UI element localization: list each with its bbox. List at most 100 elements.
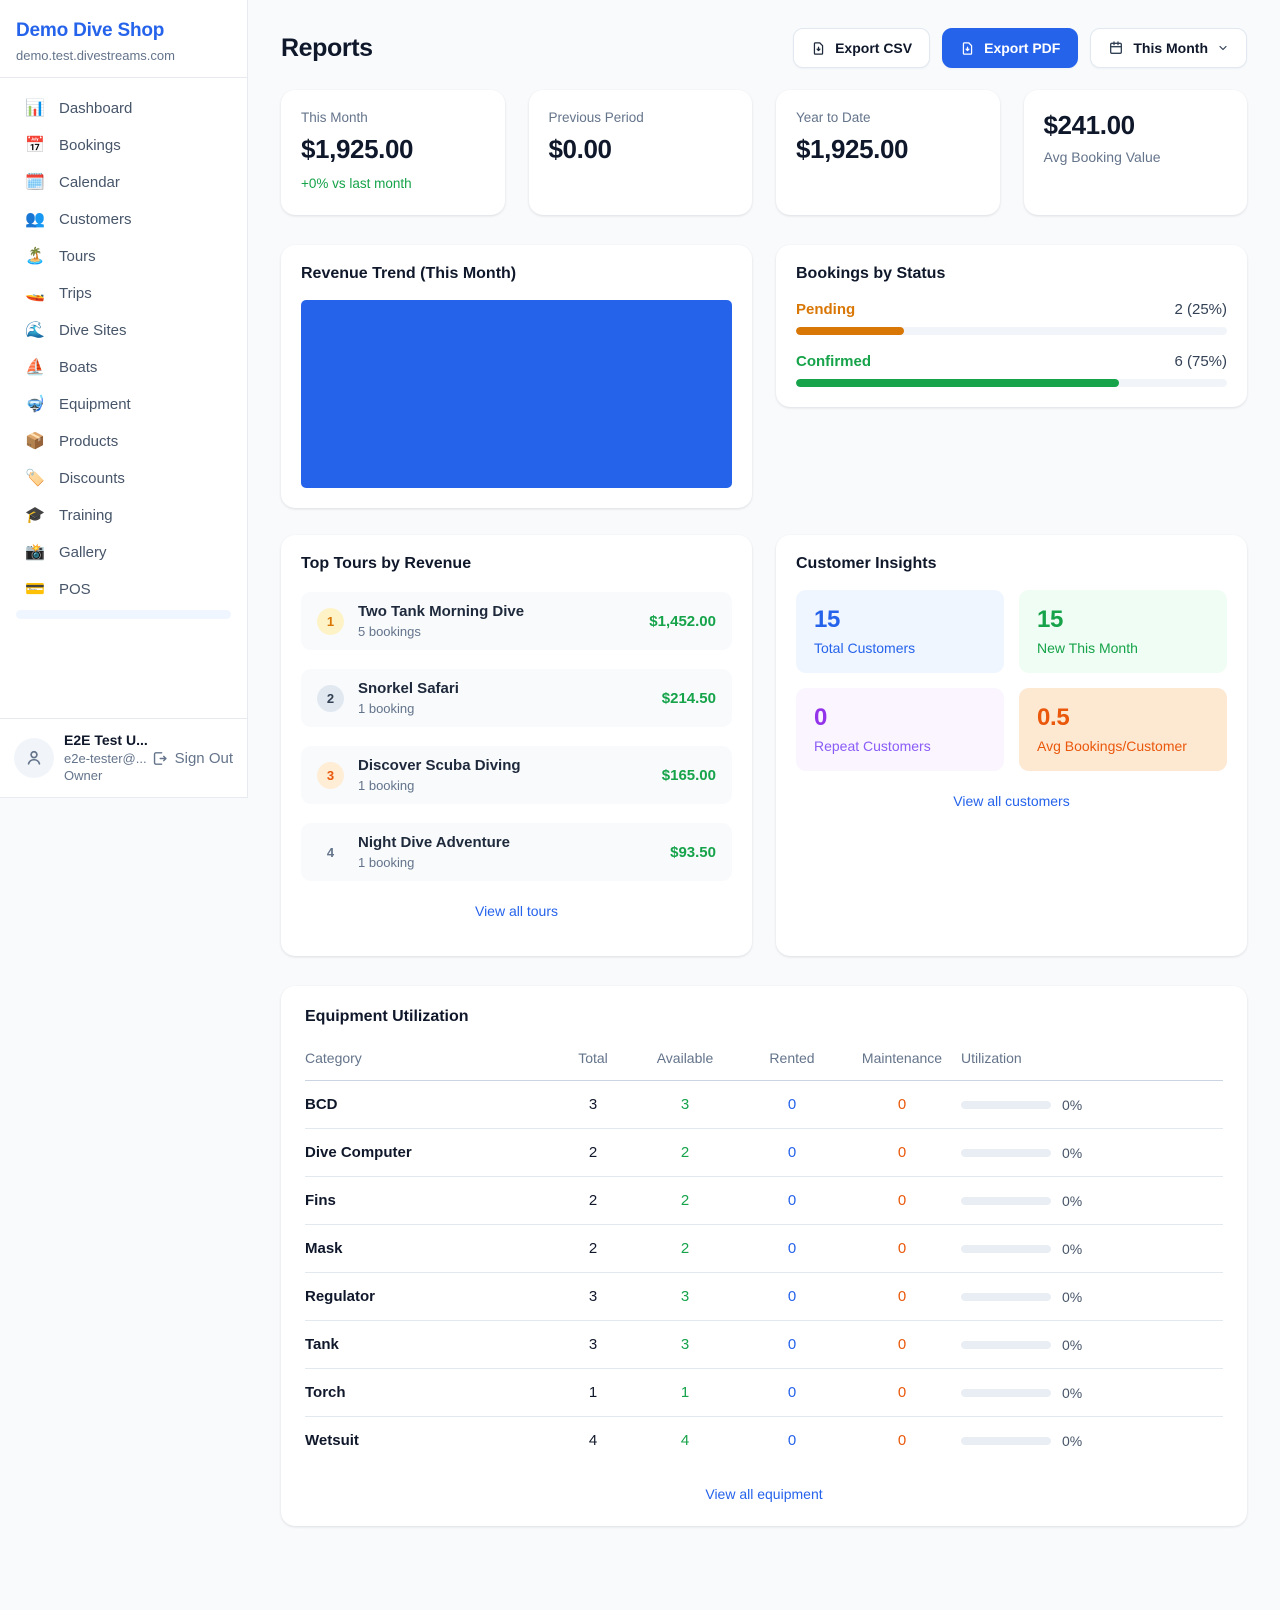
period-select[interactable]: This Month — [1090, 28, 1247, 68]
credit-card-icon: 💳 — [24, 582, 46, 598]
stat-value: $1,925.00 — [301, 134, 485, 165]
tour-list-item: 2 Snorkel Safari 1 booking $214.50 — [301, 669, 732, 727]
export-csv-button[interactable]: Export CSV — [793, 28, 930, 68]
sidebar-item-label: Calendar — [59, 174, 120, 191]
status-label: Confirmed — [796, 353, 871, 370]
sidebar-item-boats[interactable]: ⛵ Boats — [8, 349, 239, 386]
person-icon — [24, 748, 44, 768]
cell-total: 2 — [557, 1177, 629, 1225]
sidebar-item-label: Customers — [59, 211, 132, 228]
cell-maintenance: 0 — [843, 1081, 961, 1129]
col-total: Total — [557, 1040, 629, 1081]
stat-value: $241.00 — [1044, 110, 1228, 141]
cell-available: 2 — [629, 1177, 741, 1225]
cell-total: 2 — [557, 1129, 629, 1177]
utilization-cell: 0% — [961, 1289, 1223, 1305]
sidebar-item-bookings[interactable]: 📅 Bookings — [8, 127, 239, 164]
sidebar-item-discounts[interactable]: 🏷️ Discounts — [8, 460, 239, 497]
calendar-icon — [1108, 40, 1124, 56]
utilization-cell: 0% — [961, 1433, 1223, 1449]
file-download-icon — [960, 41, 975, 56]
view-all-tours-link[interactable]: View all tours — [301, 903, 732, 919]
insight-tile-new-this-month: 15 New This Month — [1019, 590, 1227, 673]
utilization-bar — [961, 1437, 1051, 1445]
sidebar-item-dive-sites[interactable]: 🌊 Dive Sites — [8, 312, 239, 349]
chevron-down-icon — [1217, 42, 1229, 54]
utilization-percent: 0% — [1062, 1241, 1082, 1257]
sidebar-item-customers[interactable]: 👥 Customers — [8, 201, 239, 238]
page-header: Reports Export CSV Export PDF This Month — [281, 28, 1247, 68]
utilization-cell: 0% — [961, 1193, 1223, 1209]
export-pdf-label: Export PDF — [984, 40, 1060, 56]
sidebar-item-reports-partial[interactable] — [16, 610, 231, 619]
sign-out-label: Sign Out — [175, 750, 233, 767]
view-all-customers-link[interactable]: View all customers — [796, 793, 1227, 809]
utilization-cell: 0% — [961, 1241, 1223, 1257]
sign-out-button[interactable]: Sign Out — [151, 750, 233, 767]
top-tours-title: Top Tours by Revenue — [301, 555, 732, 573]
cell-category: Regulator — [305, 1273, 557, 1321]
sidebar-item-training[interactable]: 🎓 Training — [8, 497, 239, 534]
progress-fill — [796, 327, 904, 335]
export-pdf-button[interactable]: Export PDF — [942, 28, 1078, 68]
sidebar-item-calendar[interactable]: 🗓️ Calendar — [8, 164, 239, 201]
table-row: Tank 3 3 0 0 0% — [305, 1321, 1223, 1369]
cell-available: 3 — [629, 1273, 741, 1321]
sidebar-item-pos[interactable]: 💳 POS — [8, 571, 239, 608]
sidebar-item-trips[interactable]: 🚤 Trips — [8, 275, 239, 312]
table-header-row: Category Total Available Rented Maintena… — [305, 1040, 1223, 1081]
cell-total: 3 — [557, 1081, 629, 1129]
page-title: Reports — [281, 34, 373, 63]
revenue-trend-bar-chart — [301, 300, 732, 488]
cell-maintenance: 0 — [843, 1177, 961, 1225]
cell-rented: 0 — [741, 1129, 843, 1177]
utilization-bar — [961, 1341, 1051, 1349]
period-label: This Month — [1133, 40, 1208, 56]
sidebar-item-equipment[interactable]: 🤿 Equipment — [8, 386, 239, 423]
cell-available: 4 — [629, 1417, 741, 1465]
package-icon: 📦 — [24, 434, 46, 450]
cell-rented: 0 — [741, 1273, 843, 1321]
cell-available: 1 — [629, 1369, 741, 1417]
cell-rented: 0 — [741, 1177, 843, 1225]
progress-track — [796, 379, 1227, 387]
sidebar-item-products[interactable]: 📦 Products — [8, 423, 239, 460]
revenue-trend-card: Revenue Trend (This Month) — [281, 245, 752, 508]
user-info: E2E Test U... e2e-tester@... Owner — [64, 731, 141, 785]
sidebar-item-label: Dive Sites — [59, 322, 127, 339]
stat-label: Year to Date — [796, 110, 980, 125]
view-all-equipment-link[interactable]: View all equipment — [305, 1486, 1223, 1502]
cell-category: BCD — [305, 1081, 557, 1129]
utilization-bar — [961, 1197, 1051, 1205]
graduation-cap-icon: 🎓 — [24, 508, 46, 524]
tour-text: Two Tank Morning Dive 5 bookings — [358, 603, 524, 639]
sidebar-item-label: Training — [59, 507, 113, 524]
tile-value: 15 — [1037, 606, 1209, 634]
sidebar-item-tours[interactable]: 🏝️ Tours — [8, 238, 239, 275]
export-csv-label: Export CSV — [835, 40, 912, 56]
logout-icon — [151, 750, 168, 767]
table-row: Wetsuit 4 4 0 0 0% — [305, 1417, 1223, 1465]
tour-amount: $1,452.00 — [649, 613, 716, 630]
sidebar-item-gallery[interactable]: 📸 Gallery — [8, 534, 239, 571]
status-head: Pending 2 (25%) — [796, 301, 1227, 318]
tour-list-item: 1 Two Tank Morning Dive 5 bookings $1,45… — [301, 592, 732, 650]
speedboat-icon: 🚤 — [24, 286, 46, 302]
bookings-status-title: Bookings by Status — [796, 265, 1227, 283]
cell-category: Mask — [305, 1225, 557, 1273]
tour-name: Night Dive Adventure — [358, 834, 510, 851]
sidebar-item-dashboard[interactable]: 📊 Dashboard — [8, 90, 239, 127]
tour-amount: $165.00 — [662, 767, 716, 784]
user-section: E2E Test U... e2e-tester@... Owner Sign … — [0, 718, 247, 797]
main-content: Reports Export CSV Export PDF This Month — [248, 0, 1280, 1568]
stat-card-avg-booking-value: $241.00 Avg Booking Value — [1024, 90, 1248, 215]
equipment-title: Equipment Utilization — [305, 1008, 1223, 1026]
cell-maintenance: 0 — [843, 1129, 961, 1177]
equipment-utilization-card: Equipment Utilization Category Total Ava… — [281, 986, 1247, 1526]
sidebar-item-label: Discounts — [59, 470, 125, 487]
cell-rented: 0 — [741, 1321, 843, 1369]
utilization-cell: 0% — [961, 1337, 1223, 1353]
utilization-bar — [961, 1149, 1051, 1157]
stat-card-this-month: This Month $1,925.00 +0% vs last month — [281, 90, 505, 215]
utilization-percent: 0% — [1062, 1193, 1082, 1209]
